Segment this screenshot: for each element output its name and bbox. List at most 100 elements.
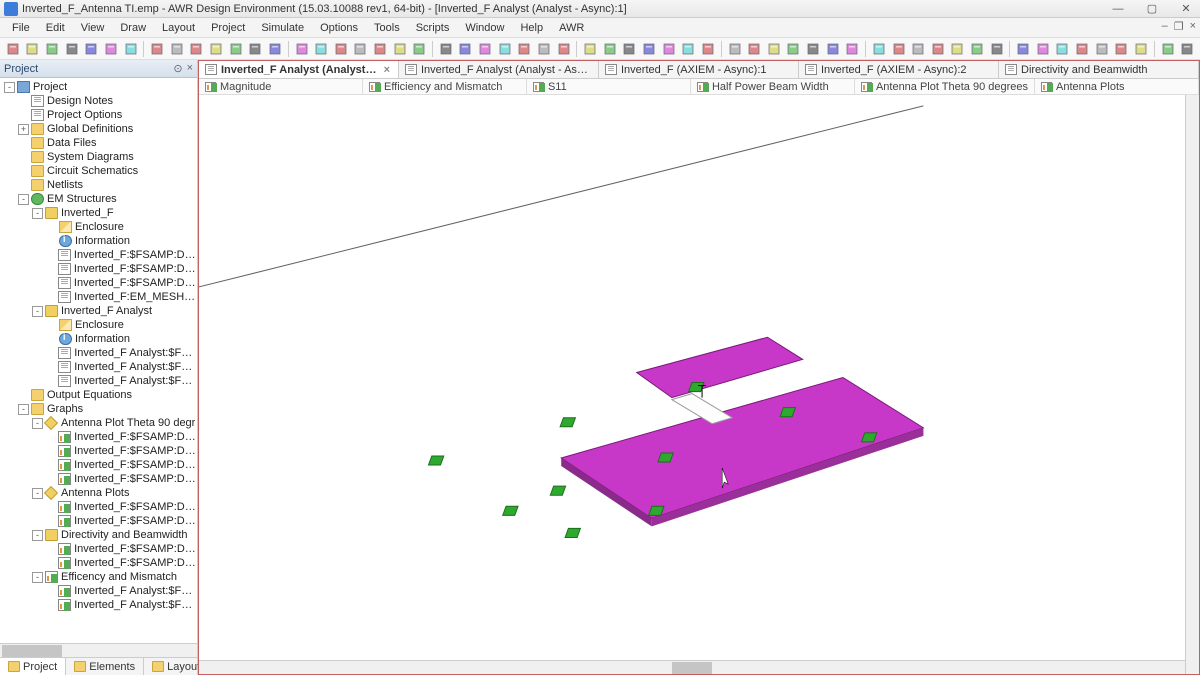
tree-node[interactable]: System Diagrams	[0, 150, 197, 164]
tree-node[interactable]: Data Files	[0, 136, 197, 150]
tree-node[interactable]: Inverted_F Analyst:$FSAM	[0, 346, 197, 360]
tree-node[interactable]: Information	[0, 332, 197, 346]
tree-node[interactable]: -Graphs	[0, 402, 197, 416]
design-canvas[interactable]	[199, 95, 1185, 660]
menu-awr[interactable]: AWR	[551, 22, 592, 34]
toolbar-button-6[interactable]	[122, 40, 140, 58]
toolbar-button-40[interactable]	[824, 40, 842, 58]
tree-node[interactable]: Information	[0, 234, 197, 248]
tree-node[interactable]: -Project	[0, 80, 197, 94]
toolbar-button-5[interactable]	[102, 40, 120, 58]
tree-node[interactable]: Inverted_F Analyst:$FSAM	[0, 360, 197, 374]
toolbar-button-46[interactable]	[949, 40, 967, 58]
toolbar-button-14[interactable]	[293, 40, 311, 58]
toolbar-button-21[interactable]	[437, 40, 455, 58]
sub-tab[interactable]: Efficiency and Mismatch	[363, 79, 527, 94]
tree-node[interactable]: Inverted_F:$FSAMP:DB(|Al	[0, 276, 197, 290]
toolbar-button-7[interactable]	[148, 40, 166, 58]
toolbar-button-26[interactable]	[535, 40, 553, 58]
menu-project[interactable]: Project	[203, 22, 253, 34]
toolbar-button-4[interactable]	[83, 40, 101, 58]
maximize-button[interactable]: ▢	[1142, 2, 1162, 16]
toolbar-button-56[interactable]	[1159, 40, 1177, 58]
document-tab[interactable]: Inverted_F Analyst (Analyst - Asyn...	[399, 61, 599, 78]
menu-draw[interactable]: Draw	[112, 22, 154, 34]
menu-file[interactable]: File	[4, 22, 38, 34]
toolbar-button-55[interactable]	[1132, 40, 1150, 58]
tree-node[interactable]: Inverted_F:EM_MESH(1,1,	[0, 290, 197, 304]
document-tab[interactable]: Inverted_F (AXIEM - Async):1	[599, 61, 799, 78]
menu-scripts[interactable]: Scripts	[408, 22, 458, 34]
toolbar-button-11[interactable]	[227, 40, 245, 58]
toolbar-button-8[interactable]	[168, 40, 186, 58]
tree-node[interactable]: Inverted_F:$FSAMP:DB(|C	[0, 472, 197, 486]
toolbar-button-35[interactable]	[726, 40, 744, 58]
document-tab[interactable]: Inverted_F Analyst (Analyst - ...×	[199, 61, 399, 78]
toolbar-button-43[interactable]	[890, 40, 908, 58]
toolbar-button-49[interactable]	[1014, 40, 1032, 58]
tree-node[interactable]: -Antenna Plot Theta 90 degr	[0, 416, 197, 430]
sidebar-tab-project[interactable]: Project	[0, 658, 66, 675]
minimize-button[interactable]: —	[1108, 2, 1128, 16]
toolbar-button-17[interactable]	[352, 40, 370, 58]
toolbar-button-45[interactable]	[929, 40, 947, 58]
toolbar-button-15[interactable]	[312, 40, 330, 58]
toolbar-button-32[interactable]	[660, 40, 678, 58]
panel-pin-icon[interactable]: ⊙	[173, 62, 182, 75]
document-tab[interactable]: Inverted_F (AXIEM - Async):2	[799, 61, 999, 78]
toolbar-button-10[interactable]	[207, 40, 225, 58]
tree-node[interactable]: Design Notes	[0, 94, 197, 108]
tab-close-icon[interactable]: ×	[382, 64, 392, 76]
menu-tools[interactable]: Tools	[366, 22, 408, 34]
toolbar-button-36[interactable]	[745, 40, 763, 58]
sidebar-tab-elements[interactable]: Elements	[66, 658, 144, 675]
tree-node[interactable]: Netlists	[0, 178, 197, 192]
toolbar-button-42[interactable]	[870, 40, 888, 58]
tree-expander-icon[interactable]: -	[18, 404, 29, 415]
toolbar-button-34[interactable]	[699, 40, 717, 58]
tree-expander-icon[interactable]: -	[18, 194, 29, 205]
toolbar-button-50[interactable]	[1034, 40, 1052, 58]
doc-close-button[interactable]: ×	[1190, 20, 1196, 33]
toolbar-button-19[interactable]	[391, 40, 409, 58]
doc-minimize-button[interactable]: –	[1162, 20, 1168, 33]
tree-node[interactable]: Inverted_F:$FSAMP:DB(|C	[0, 444, 197, 458]
menu-options[interactable]: Options	[312, 22, 366, 34]
toolbar-button-38[interactable]	[785, 40, 803, 58]
doc-restore-button[interactable]: ❐	[1174, 20, 1184, 33]
tree-node[interactable]: Project Options	[0, 108, 197, 122]
toolbar-button-37[interactable]	[765, 40, 783, 58]
tree-node[interactable]: Inverted_F Analyst:$FSAM	[0, 584, 197, 598]
toolbar-button-33[interactable]	[680, 40, 698, 58]
toolbar-button-25[interactable]	[516, 40, 534, 58]
sub-tab[interactable]: Half Power Beam Width	[691, 79, 855, 94]
toolbar-button-44[interactable]	[909, 40, 927, 58]
tree-node[interactable]: -Directivity and Beamwidth	[0, 528, 197, 542]
tree-node[interactable]: Circuit Schematics	[0, 164, 197, 178]
tree-node[interactable]: -Antenna Plots	[0, 486, 197, 500]
menu-layout[interactable]: Layout	[154, 22, 203, 34]
toolbar-button-20[interactable]	[410, 40, 428, 58]
toolbar-button-30[interactable]	[621, 40, 639, 58]
sub-tab[interactable]: Antenna Plot Theta 90 degrees	[855, 79, 1035, 94]
toolbar-button-9[interactable]	[188, 40, 206, 58]
toolbar-button-57[interactable]	[1178, 40, 1196, 58]
project-tree[interactable]: -ProjectDesign NotesProject Options+Glob…	[0, 78, 197, 643]
tree-expander-icon[interactable]: -	[32, 572, 43, 583]
panel-close-icon[interactable]: ×	[187, 62, 193, 75]
tree-node[interactable]: Inverted_F Analyst:$FSAM	[0, 374, 197, 388]
menu-help[interactable]: Help	[512, 22, 551, 34]
tree-node[interactable]: Inverted_F:$FSAMP:DB(|C	[0, 458, 197, 472]
tree-hscroll[interactable]	[0, 643, 197, 657]
tree-node[interactable]: -Inverted_F	[0, 206, 197, 220]
tree-node[interactable]: Enclosure	[0, 220, 197, 234]
toolbar-button-0[interactable]	[4, 40, 22, 58]
tree-expander-icon[interactable]: -	[32, 208, 43, 219]
toolbar-button-16[interactable]	[332, 40, 350, 58]
tree-expander-icon[interactable]: -	[32, 306, 43, 317]
tree-node[interactable]: Inverted_F:$FSAMP:DB(|P	[0, 542, 197, 556]
tree-node[interactable]: -Efficency and Mismatch	[0, 570, 197, 584]
toolbar-button-51[interactable]	[1054, 40, 1072, 58]
tree-expander-icon[interactable]: -	[32, 418, 43, 429]
tree-node[interactable]: Inverted_F Analyst:$FSAM	[0, 598, 197, 612]
